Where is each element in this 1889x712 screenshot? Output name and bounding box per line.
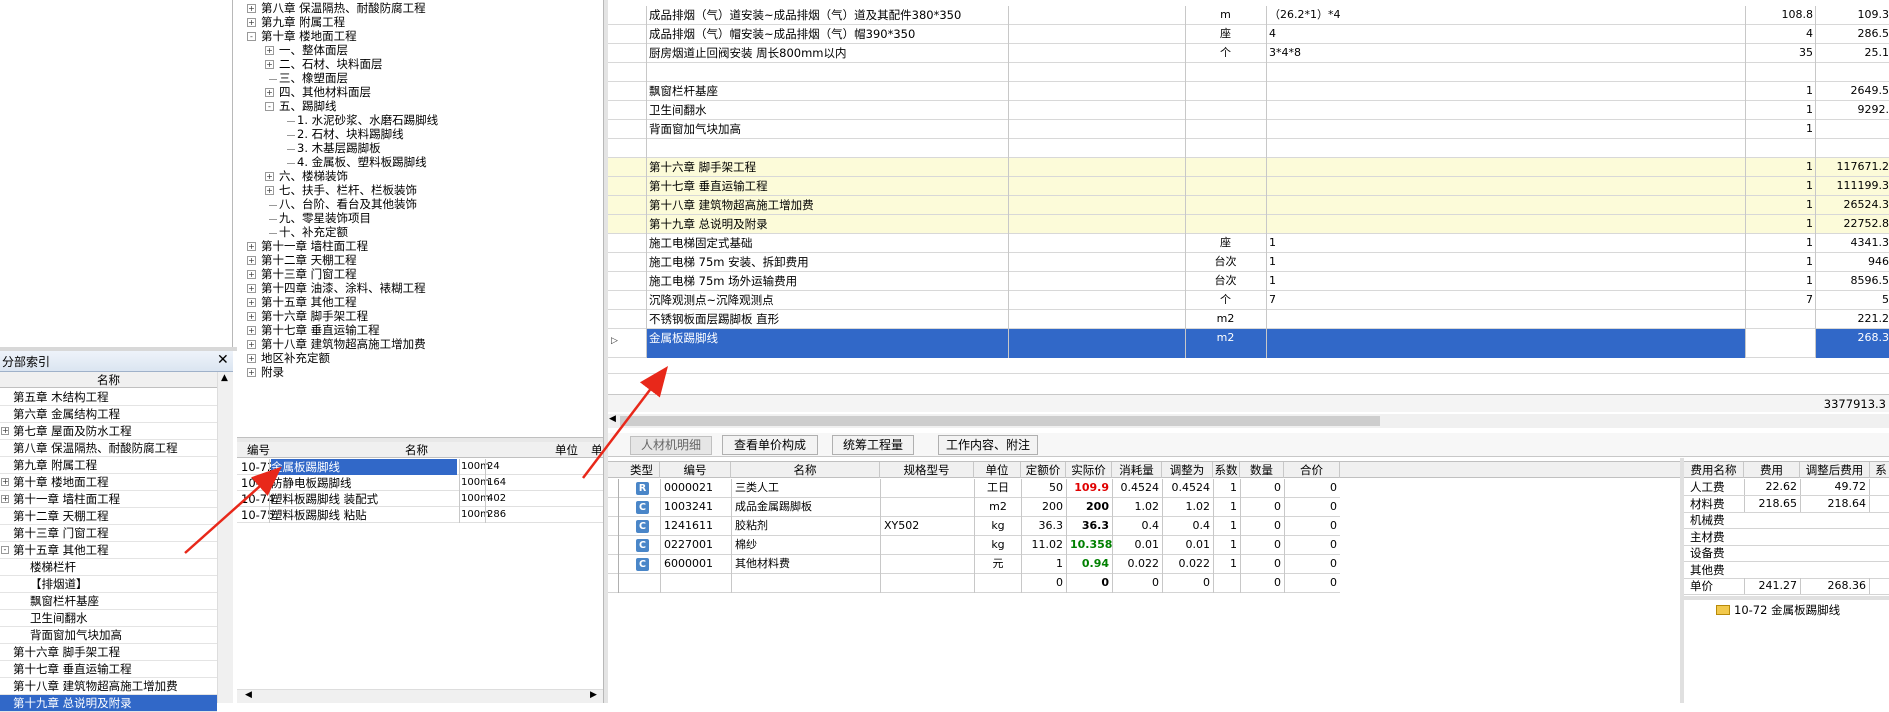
annotation-arrows [184, 366, 669, 554]
arrow-to-quota [184, 466, 282, 554]
arrow-to-main-grid [582, 366, 669, 479]
